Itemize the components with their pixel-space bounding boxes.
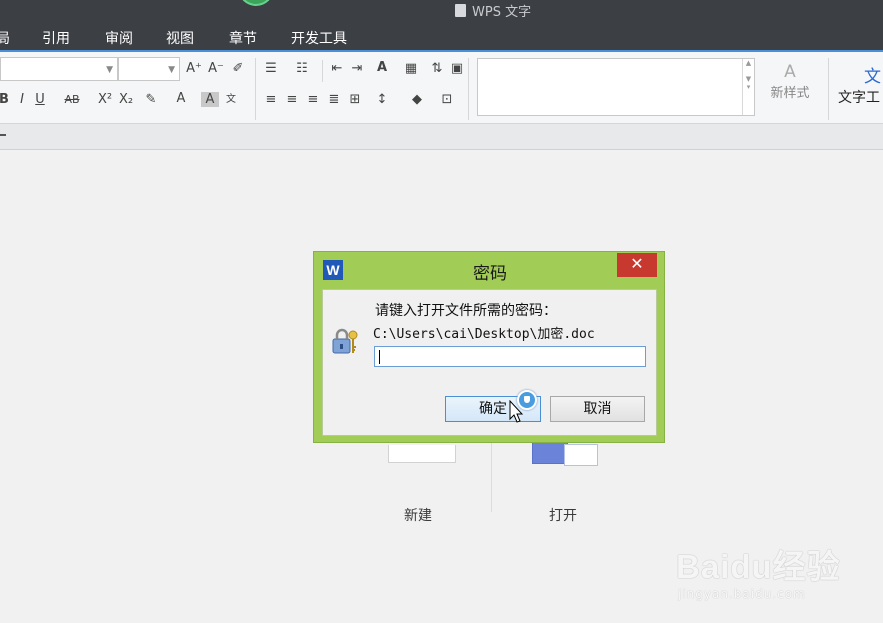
ribbon-separator [468, 58, 469, 120]
mouse-cursor-icon [509, 400, 524, 423]
tab-indicator [0, 134, 6, 136]
ribbon-separator [828, 58, 829, 120]
open-document-label[interactable]: 打开 [549, 505, 577, 525]
justify-icon[interactable]: ≣ [325, 92, 343, 107]
menu-bar: 局 引用 审阅 视图 章节 开发工具 [0, 22, 883, 50]
new-style-button[interactable]: A 新样式 [760, 62, 820, 101]
dialog-title: 密码 [473, 264, 507, 284]
font-size-combo[interactable]: ▼ [118, 57, 180, 81]
numbered-list-icon[interactable]: ☷ [293, 61, 311, 76]
text-caret [379, 350, 380, 364]
text-tools-button[interactable]: 文 文字工 [838, 62, 883, 107]
document-tab-strip [0, 124, 883, 150]
open-page-icon [532, 442, 568, 464]
chevron-down-icon: ▼ [168, 65, 175, 75]
new-document-label[interactable]: 新建 [404, 505, 432, 525]
window-title-text: WPS 文字 [472, 5, 532, 20]
password-input[interactable] [374, 346, 646, 367]
ribbon-toolbar: ▼ ▼ A⁺ A⁻ ✐ B I U AB X² X₂ ✎ A A 文 ☰ ☷ ⇤… [0, 50, 883, 124]
ribbon-separator [255, 58, 256, 120]
new-document-tile[interactable] [388, 445, 456, 463]
ribbon-separator [322, 60, 323, 82]
menu-item-review[interactable]: 审阅 [105, 28, 133, 48]
new-style-label: 新样式 [770, 86, 810, 101]
shading-bucket-icon[interactable]: ◆ [408, 92, 426, 107]
wps-logo-orb[interactable] [238, 0, 274, 6]
strikethrough-icon[interactable]: AB [60, 93, 84, 106]
style-gallery-scrollbar[interactable]: ▲ ▼ ▾ [742, 59, 754, 115]
bullet-list-icon[interactable]: ☰ [262, 61, 280, 76]
underline-icon[interactable]: U [31, 92, 49, 107]
increase-indent-icon[interactable]: ⇥ [348, 61, 366, 76]
subscript-icon[interactable]: X₂ [117, 92, 135, 107]
align-left-icon[interactable]: ≡ [262, 92, 280, 107]
clear-format-icon[interactable]: ✐ [229, 61, 247, 76]
menu-item-developer-tools[interactable]: 开发工具 [291, 28, 347, 48]
file-path: C:\Users\cai\Desktop\加密.doc [373, 327, 595, 342]
menu-item-view[interactable]: 视图 [166, 28, 194, 48]
dialog-body: 请键入打开文件所需的密码： C:\Users\cai\Desktop\加密.do… [322, 289, 657, 436]
document-icon [455, 4, 466, 17]
shrink-font-icon[interactable]: A⁻ [207, 61, 225, 76]
line-spacing-icon[interactable]: ↕ [373, 92, 391, 107]
grow-font-icon[interactable]: A⁺ [185, 61, 203, 76]
cancel-button[interactable]: 取消 [550, 396, 645, 422]
close-button[interactable]: ✕ [617, 253, 657, 277]
style-gallery[interactable]: ▲ ▼ ▾ [477, 58, 755, 116]
distributed-align-icon[interactable]: ⊞ [346, 92, 364, 107]
menu-item-layout[interactable]: 局 [0, 28, 10, 48]
menu-item-section[interactable]: 章节 [229, 28, 257, 48]
watermark-brand: Baidu经验 [676, 548, 841, 585]
password-prompt: 请键入打开文件所需的密码： [375, 303, 557, 319]
password-dialog: W 密码 ✕ 请键入打开文件所需的密码： C:\Users\cai\Deskto… [313, 251, 665, 443]
sort-icon[interactable]: ⇅ [428, 61, 446, 76]
char-shading-icon[interactable]: A [201, 92, 219, 107]
align-center-icon[interactable]: ≡ [283, 92, 301, 107]
phonetic-guide-icon[interactable]: 文 [222, 90, 240, 105]
superscript-icon[interactable]: X² [96, 92, 114, 107]
start-divider [491, 440, 492, 512]
font-color-icon[interactable]: A [172, 91, 190, 106]
open-document-tile[interactable] [530, 442, 598, 466]
close-icon: ✕ [630, 254, 644, 273]
highlight-icon[interactable]: ✎ [142, 92, 160, 107]
baidu-jingyan-watermark: Baidu经验 jingyan.baidu.com [676, 532, 846, 612]
decrease-indent-icon[interactable]: ⇤ [328, 61, 346, 76]
italic-icon[interactable]: I [13, 92, 31, 107]
table-grid-icon[interactable]: ▦ [402, 61, 420, 76]
bold-icon[interactable]: B [0, 92, 13, 107]
text-tools-label: 文字工 [838, 90, 880, 106]
menu-item-references[interactable]: 引用 [42, 28, 70, 48]
lock-key-icon [332, 328, 358, 354]
borders-icon[interactable]: ⊡ [438, 92, 456, 107]
text-tools-icon: 文 [864, 67, 881, 87]
font-name-combo[interactable]: ▼ [0, 57, 118, 81]
show-marks-icon[interactable]: ▣ [448, 61, 466, 76]
new-style-icon: A [784, 62, 796, 82]
align-right-icon[interactable]: ≡ [304, 92, 322, 107]
title-bar: WPS 文字 [0, 0, 883, 22]
text-effects-icon[interactable]: A [373, 60, 391, 75]
window-title: WPS 文字 [455, 1, 531, 20]
open-page-icon [564, 444, 598, 466]
watermark-url: jingyan.baidu.com [678, 587, 806, 601]
chevron-down-icon: ▼ [106, 65, 113, 75]
